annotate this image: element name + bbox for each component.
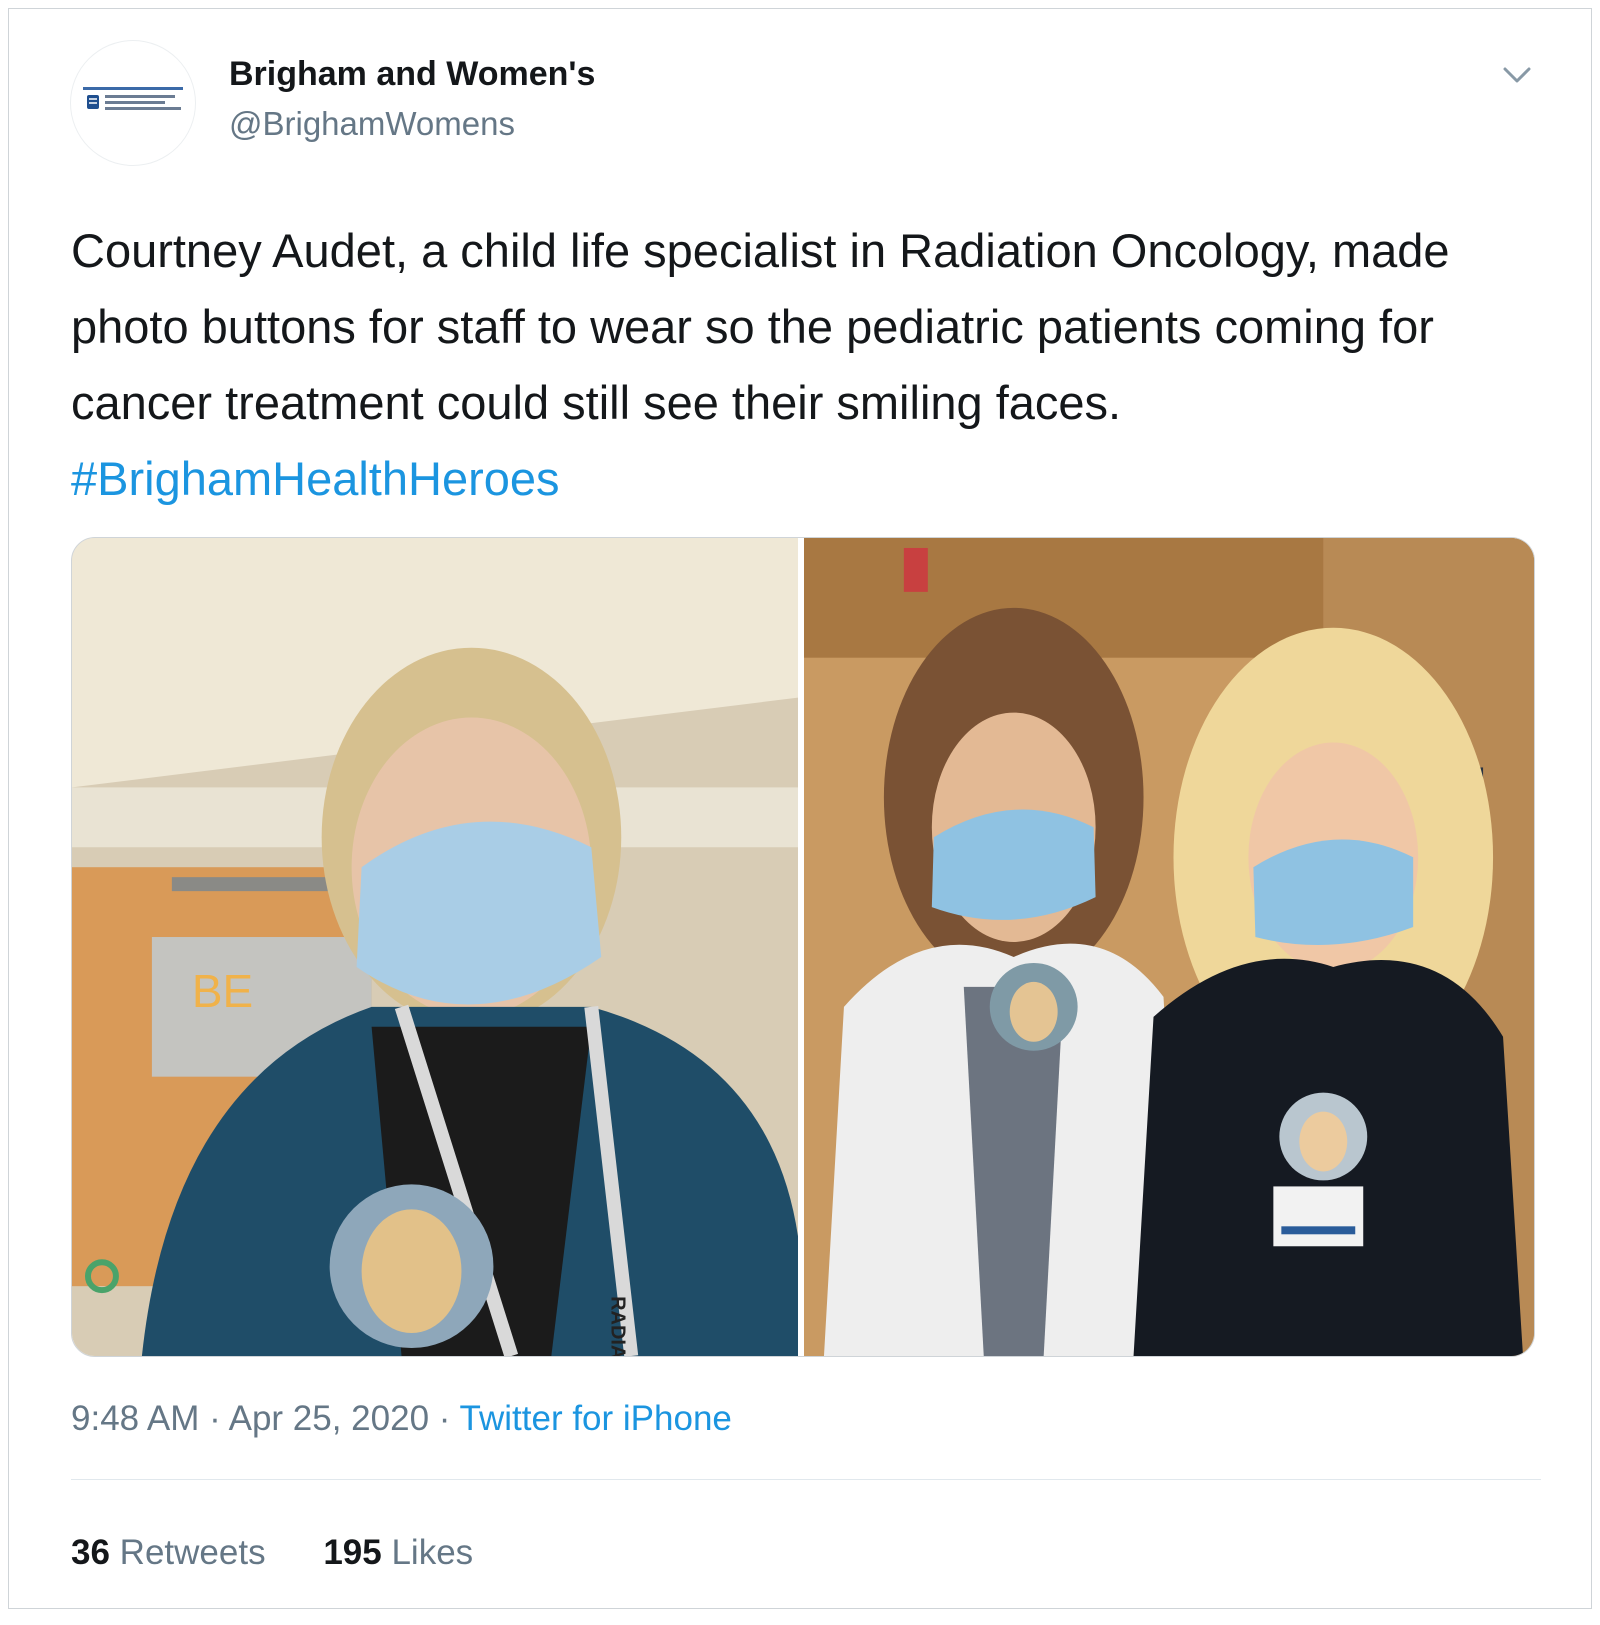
divider	[71, 1479, 1541, 1480]
tweet-date[interactable]: Apr 25, 2020	[229, 1399, 429, 1438]
two-masked-staff-photo-icon	[803, 538, 1534, 1356]
tweet-text: Courtney Audet, a child life specialist …	[71, 213, 1541, 517]
tweet-body: Courtney Audet, a child life specialist …	[71, 224, 1450, 429]
tweet-meta: 9:48 AM · Apr 25, 2020 · Twitter for iPh…	[71, 1399, 732, 1439]
selfie-photo-masked-woman-icon: BE RADIATION O	[72, 538, 798, 1356]
likes-label: Likes	[391, 1533, 474, 1572]
tweet-time[interactable]: 9:48 AM	[71, 1399, 199, 1438]
author-handle[interactable]: @BrighamWomens	[229, 105, 515, 143]
tweet-card: Brigham and Women's @BrighamWomens Court…	[8, 8, 1592, 1609]
meta-separator: ·	[438, 1399, 451, 1438]
tweet-source-link[interactable]: Twitter for iPhone	[460, 1399, 732, 1438]
likes-count: 195	[323, 1533, 382, 1572]
author-name[interactable]: Brigham and Women's	[229, 55, 595, 94]
retweets-count: 36	[71, 1533, 110, 1572]
author-avatar[interactable]	[71, 41, 195, 165]
tweet-stats: 36 Retweets 195 Likes	[71, 1533, 521, 1573]
photo-two-staff[interactable]	[803, 538, 1534, 1356]
brigham-health-logo-icon	[83, 87, 183, 110]
retweets-label: Retweets	[119, 1533, 266, 1572]
meta-separator: ·	[209, 1399, 221, 1438]
photo-selfie[interactable]: BE RADIATION O	[72, 538, 798, 1356]
tweet-media: BE RADIATION O	[71, 537, 1535, 1357]
svg-text:BE: BE	[192, 965, 253, 1017]
chevron-down-icon[interactable]	[1499, 57, 1535, 93]
retweets-stat[interactable]: 36 Retweets	[71, 1533, 266, 1573]
likes-stat[interactable]: 195 Likes	[323, 1533, 473, 1573]
lanyard-text: RADIATION O	[606, 1296, 628, 1356]
hashtag-link[interactable]: #BrighamHealthHeroes	[71, 452, 560, 505]
